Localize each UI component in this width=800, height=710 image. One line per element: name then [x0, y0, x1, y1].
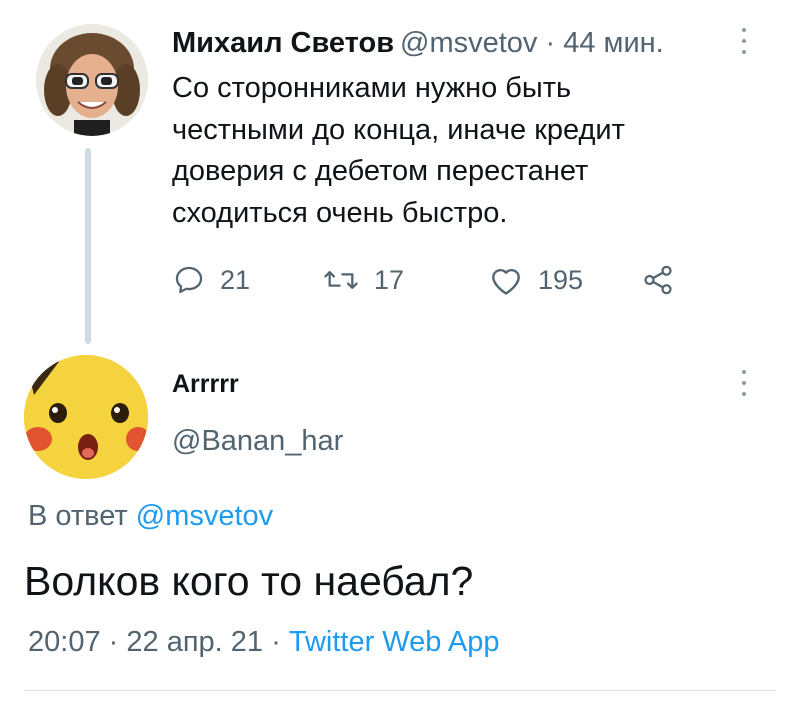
source-app-link[interactable]: Twitter Web App — [289, 626, 500, 658]
avatar-image — [36, 24, 148, 136]
divider — [24, 690, 776, 691]
author-handle-and-time[interactable]: @msvetov · 44 мин. — [400, 27, 664, 60]
like-count: 195 — [538, 264, 584, 295]
tweet-text-line: сходиться очень быстро. — [172, 196, 508, 229]
thread-connector-line — [85, 148, 91, 344]
share-button[interactable] — [640, 260, 676, 300]
avatar-image — [24, 355, 148, 479]
more-vertical-icon[interactable] — [742, 28, 746, 54]
reply-count: 21 — [220, 264, 251, 295]
tweet-date[interactable]: 22 апр. 21 — [126, 626, 263, 658]
like-button[interactable]: 195 — [488, 260, 583, 300]
avatar-msvetov[interactable] — [36, 24, 148, 136]
author-name[interactable]: Михаил Светов — [172, 27, 394, 60]
replying-to-mention[interactable]: @msvetov — [136, 500, 273, 532]
tweet-time[interactable]: 44 мин. — [563, 27, 664, 59]
tweet-text: Со сторонниками нужно быть честными до к… — [172, 68, 712, 234]
separator-dot: · — [271, 626, 281, 658]
replying-to-label: В ответ — [28, 500, 128, 532]
more-vertical-icon[interactable] — [742, 370, 746, 396]
tweet-text-line: Со сторонниками нужно быть — [172, 72, 572, 104]
retweet-icon — [324, 271, 358, 289]
separator-dot: · — [545, 27, 556, 59]
reply-author-name[interactable]: Arrrrr — [172, 370, 239, 399]
retweet-count: 17 — [374, 264, 405, 295]
reply-tweet-text: Волков кого то наебал? — [24, 558, 474, 604]
author-handle[interactable]: @msvetov — [400, 27, 537, 59]
tweet-text-line: честными до конца, иначе кредит — [172, 113, 625, 146]
tweet-metadata: 20:07 · 22 апр. 21 · Twitter Web App — [28, 626, 499, 659]
heart-icon — [492, 268, 520, 295]
reply-author-handle[interactable]: @Banan_har — [172, 425, 343, 458]
share-icon — [644, 265, 672, 295]
avatar-banan-har[interactable] — [24, 355, 148, 479]
reply-button[interactable]: 21 — [172, 260, 250, 300]
tweet-timestamp[interactable]: 20:07 — [28, 626, 101, 658]
retweet-button[interactable]: 17 — [322, 260, 404, 300]
tweet-text-line: доверия с дебетом перестанет — [172, 155, 589, 187]
separator-dot: · — [108, 626, 119, 658]
replying-to: В ответ @msvetov — [28, 500, 273, 533]
reply-icon — [175, 266, 203, 294]
